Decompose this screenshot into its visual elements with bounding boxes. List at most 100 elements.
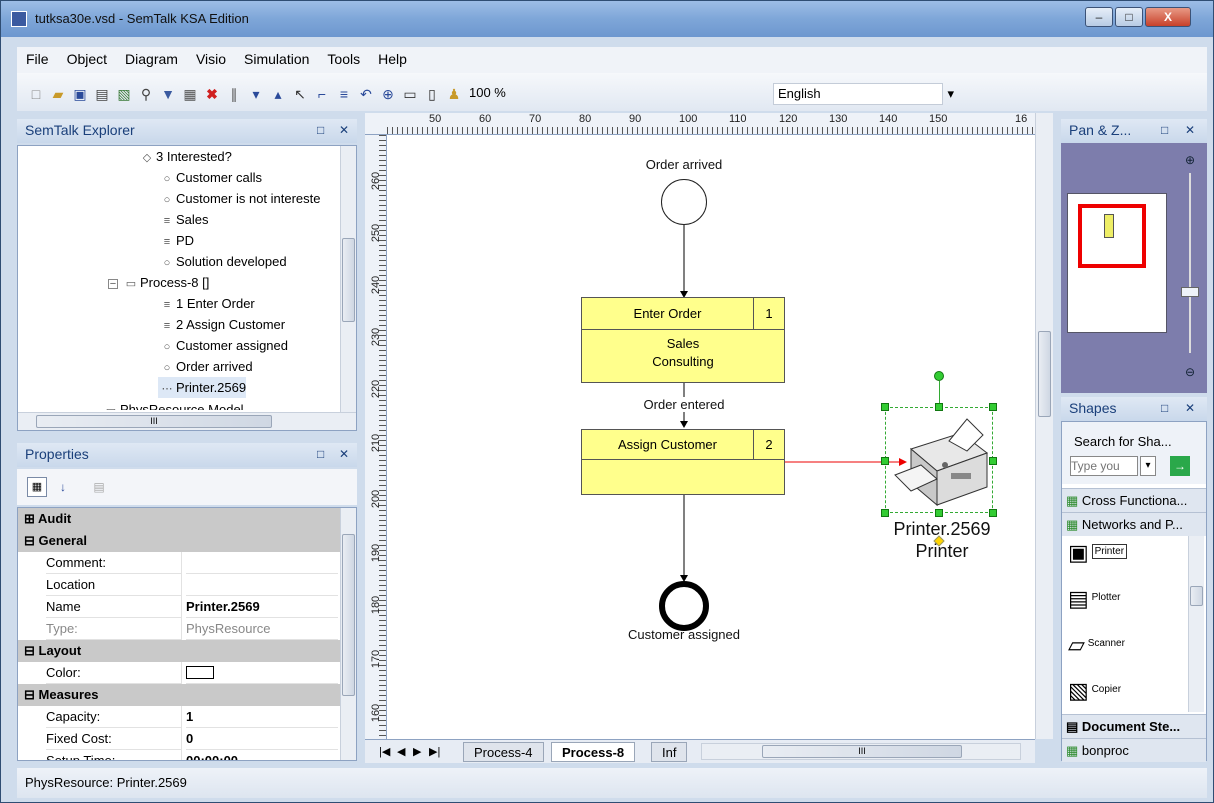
categorized-icon[interactable]: ▦ [27,477,47,497]
shapes-vscroll[interactable] [1188,536,1204,712]
scroll-thumb[interactable]: III [36,415,272,428]
properties-icon[interactable]: ▦ [181,85,199,103]
shape-plotter[interactable]: ▤ Plotter [1068,586,1186,626]
zoom-icon[interactable]: ⊕ [379,85,397,103]
collapse-icon[interactable]: ⊟ [18,533,35,548]
resize-handle[interactable] [881,457,889,465]
find-icon[interactable]: ⚲ [137,85,155,103]
tab-inf[interactable]: Inf [651,742,688,762]
shape-copier[interactable]: ▧ Copier [1068,678,1186,718]
stencil-bonproc[interactable]: ▦ bonproc [1062,738,1206,762]
menu-tools[interactable]: Tools [318,47,369,71]
close-icon[interactable]: ✕ [339,119,349,141]
zoom-in-icon[interactable]: ⊕ [1185,153,1195,167]
print-icon[interactable]: ▤ [93,85,111,103]
tree-item[interactable]: ≡ Sales [158,209,209,230]
collapse-icon[interactable]: ⊟ [18,643,35,658]
search-dropdown-icon[interactable]: ▾ [1140,456,1156,476]
tree-item[interactable]: ≡ 1 Enter Order [158,293,255,314]
start-event[interactable] [661,179,707,225]
rotation-handle[interactable] [934,371,944,381]
printer-icon[interactable] [891,413,991,511]
up-icon[interactable]: ▴ [269,85,287,103]
tree-item[interactable]: ○ Customer is not intereste [158,188,321,209]
zoom-slider-thumb[interactable] [1181,287,1199,297]
delete-icon[interactable]: ✖ [203,85,221,103]
color-swatch[interactable] [186,666,214,679]
search-go-icon[interactable]: → [1170,456,1190,476]
connector-icon[interactable]: ⌐ [313,85,331,103]
users-icon[interactable]: ♟ [445,85,463,103]
float-icon[interactable]: □ [1161,119,1168,141]
end-event[interactable] [659,581,709,631]
property-category[interactable]: ⊟ General [18,530,340,552]
new-icon[interactable]: □ [27,85,45,103]
panzoom-view[interactable]: ⊕ ⊖ [1061,143,1207,393]
float-icon[interactable]: □ [1161,397,1168,419]
tree-item[interactable]: ≡ PD [158,230,194,251]
scroll-thumb[interactable]: III [762,745,962,758]
property-row[interactable]: Location [18,574,340,596]
menu-simulation[interactable]: Simulation [235,47,318,71]
menu-diagram[interactable]: Diagram [116,47,187,71]
scroll-thumb[interactable] [1038,331,1051,417]
undo-icon[interactable]: ↶ [357,85,375,103]
refresh-icon[interactable]: ▧ [115,85,133,103]
menu-file[interactable]: File [17,47,58,71]
panel-icon[interactable]: ▯ [423,85,441,103]
resize-handle[interactable] [881,509,889,517]
tree-item[interactable]: ▭PhysResource Model [102,398,244,410]
tree-item[interactable]: ≡ 2 Assign Customer [158,314,285,335]
collapse-icon[interactable]: − [108,279,118,290]
property-category[interactable]: ⊟ Layout [18,640,340,662]
property-row[interactable]: Setup Time: 00:00:00 [18,750,340,760]
property-row[interactable]: Type: PhysResource [18,618,340,640]
tree-item-process[interactable]: − ▭ Process-8 [] [108,272,209,293]
explorer-hscroll[interactable]: III [18,412,356,430]
property-category[interactable]: ⊞ Audit [18,508,340,530]
zoom-level[interactable]: 100 % [469,85,506,100]
property-category[interactable]: ⊟ Measures [18,684,340,706]
sort-az-icon[interactable]: ↓ [53,477,73,497]
property-value[interactable]: 00:00:00 [186,750,338,760]
minimize-button[interactable]: – [1085,7,1113,27]
explorer-vscroll[interactable] [340,146,356,412]
float-icon[interactable]: □ [317,443,324,465]
tab-process-4[interactable]: Process-4 [463,742,544,762]
close-button[interactable]: X [1145,7,1191,27]
close-icon[interactable]: ✕ [339,443,349,465]
property-value[interactable] [186,552,338,574]
search-input[interactable] [1070,456,1138,476]
process-assign-customer[interactable]: Assign Customer 2 [581,429,785,495]
scroll-thumb[interactable] [1190,586,1203,606]
tree-item[interactable]: ◇ 3 Interested? [138,146,232,167]
down-icon[interactable]: ▾ [247,85,265,103]
pointer-icon[interactable]: ↖ [291,85,309,103]
property-pages-icon[interactable]: ▤ [89,477,109,497]
tree-item[interactable]: ○ Customer assigned [158,335,288,356]
maximize-button[interactable]: □ [1115,7,1143,27]
float-icon[interactable]: □ [317,119,324,141]
zoom-out-icon[interactable]: ⊖ [1185,365,1195,379]
tab-process-8[interactable]: Process-8 [551,742,636,762]
property-value[interactable] [186,574,338,596]
property-row[interactable]: Capacity: 1 [18,706,340,728]
tree-item-selected[interactable]: ⋯ Printer.2569 [158,377,247,398]
layout-icon[interactable]: ▭ [401,85,419,103]
save-icon[interactable]: ▣ [71,85,89,103]
property-row[interactable]: Color: [18,662,340,684]
stencil-cross-functional[interactable]: ▦ Cross Functiona... [1062,488,1206,512]
filter-icon[interactable]: ▼ [159,85,177,103]
resize-handle[interactable] [881,403,889,411]
shape-scanner[interactable]: ▱ Scanner [1068,632,1186,672]
canvas-hscroll[interactable]: III [701,743,1021,760]
resize-handle[interactable] [935,403,943,411]
expand-icon[interactable]: ⊞ [18,511,35,526]
language-select[interactable]: English ▾ [773,83,954,105]
zoom-slider-track[interactable] [1189,173,1191,353]
resize-handle[interactable] [989,403,997,411]
property-row[interactable]: Fixed Cost: 0 [18,728,340,750]
last-page-icon[interactable]: ▶| [419,742,450,762]
close-icon[interactable]: ✕ [1185,119,1195,141]
property-value[interactable]: 0 [186,728,338,750]
